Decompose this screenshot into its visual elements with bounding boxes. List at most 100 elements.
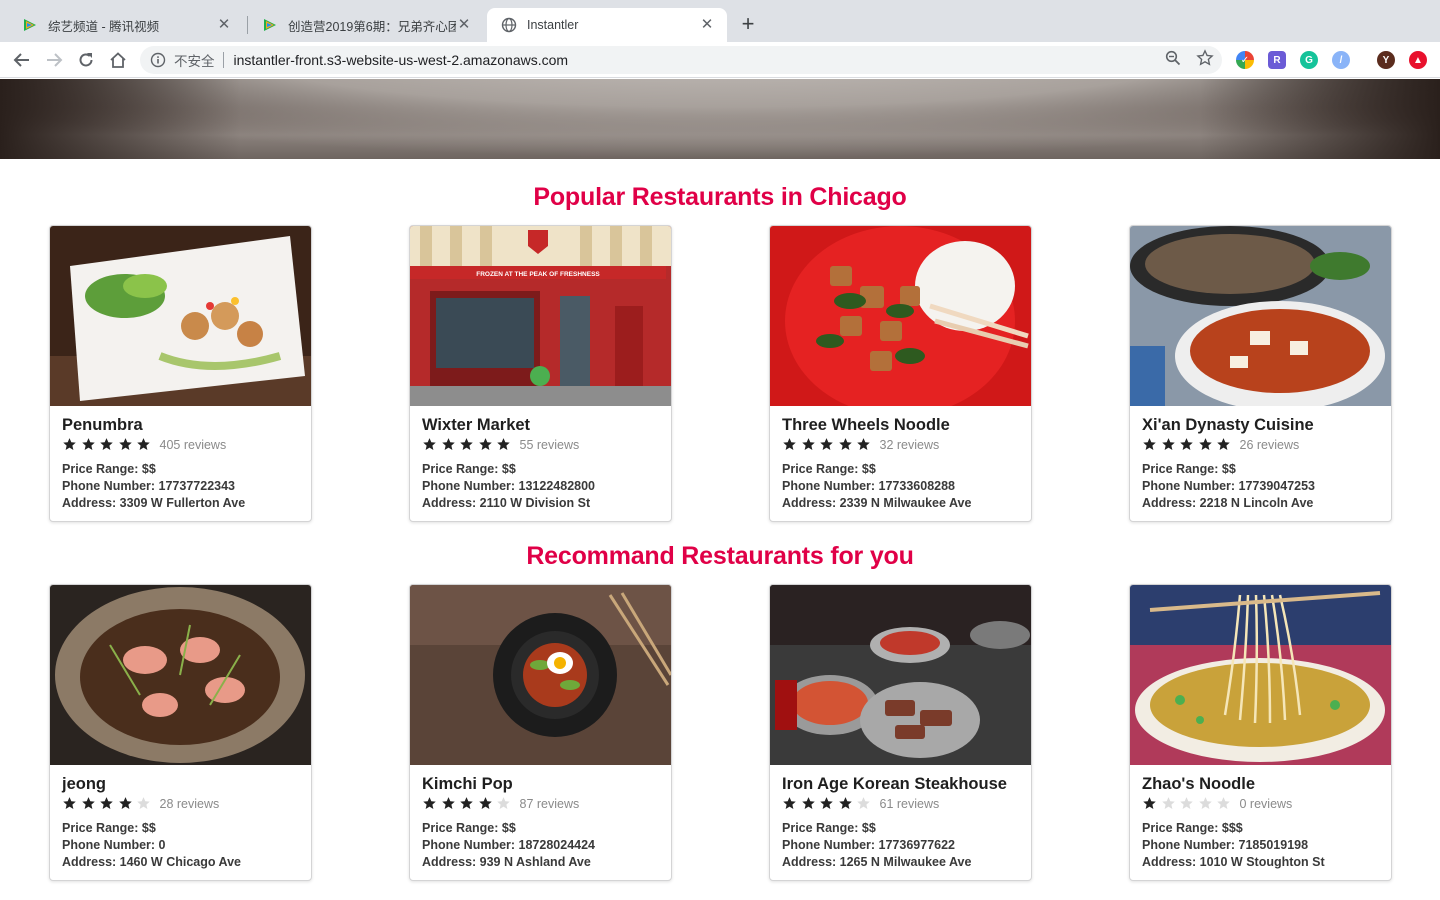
restaurant-photo[interactable] [1130,585,1391,765]
restaurant-photo[interactable] [1130,226,1391,406]
extension-r-icon[interactable]: R [1268,51,1286,69]
omnibox-divider [222,52,224,68]
address: Address: 1010 W Stoughton St [1142,855,1325,869]
star-rating: 405 reviews [62,436,299,453]
zoom-button[interactable] [1163,48,1183,68]
restaurant-card-kimchi-pop[interactable]: Kimchi Pop 87 reviews Price Range: $$ Ph… [409,584,672,881]
address: Address: 3309 W Fullerton Ave [62,496,246,510]
star-filled-icon [118,797,132,809]
browser-tab-active[interactable]: Instantler ✕ [487,8,727,42]
star-empty-icon [1180,797,1193,809]
phone-number: Phone Number: 17733608288 [782,479,956,493]
address: Address: 1265 N Milwaukee Ave [782,855,972,869]
home-button[interactable] [106,48,130,72]
phone-number: Phone Number: 17736977622 [782,838,956,852]
restaurant-name[interactable]: Xi'an Dynasty Cuisine [1142,415,1379,435]
restaurant-card-three-wheels-noodle[interactable]: Three Wheels Noodle 32 reviews Price Ran… [769,225,1032,522]
star-filled-icon [497,438,510,450]
star-filled-icon [460,438,473,450]
restaurant-photo[interactable] [50,226,311,406]
restaurant-card-xian-dynasty-cuisine[interactable]: Xi'an Dynasty Cuisine 26 reviews Price R… [1129,225,1392,522]
browser-tab-1[interactable]: 综艺频道 - 腾讯视频 ✕ [8,8,244,42]
profile-initial: Y [1382,54,1390,66]
star-filled-icon [838,797,852,809]
url-text[interactable]: instantler-front.s3-website-us-west-2.am… [234,52,569,68]
info-icon[interactable] [150,52,166,68]
star-rating: 26 reviews [1142,436,1379,453]
tab-strip: 综艺频道 - 腾讯视频 ✕ 创造营2019第6期：兄弟齐心团 ✕ Instant… [0,0,1440,42]
address: Address: 2110 W Division St [422,496,591,510]
close-icon[interactable]: ✕ [699,17,715,33]
restaurant-name[interactable]: jeong [62,774,299,794]
restaurant-card-penumbra[interactable]: Penumbra 405 reviews Price Range: $$ Pho… [49,225,312,522]
restaurant-photo[interactable] [770,585,1031,765]
restaurant-photo[interactable]: FROZEN AT THE PEAK OF FRESHNESS [410,226,671,406]
globe-icon [501,17,517,33]
star-filled-icon [1143,438,1156,450]
popular-section-title: Popular Restaurants in Chicago [533,183,907,211]
tab-title: 创造营2019第6期：兄弟齐心团 [288,19,456,34]
close-icon[interactable]: ✕ [216,17,232,33]
restaurant-card-zhaos-noodle[interactable]: Zhao's Noodle 0 reviews Price Range: $$$… [1129,584,1392,881]
phone-number: Phone Number: 17739047253 [1142,479,1316,493]
star-filled-icon [100,797,113,809]
browser-tab-2[interactable]: 创造营2019第6期：兄弟齐心团 ✕ [248,8,484,42]
star-outline-icon [1196,49,1214,66]
price-range: Price Range: $$ [1142,462,1236,476]
star-filled-icon [118,438,132,450]
address: Address: 2339 N Milwaukee Ave [782,496,972,510]
reload-icon [79,53,93,67]
restaurant-card-wixter-market[interactable]: FROZEN AT THE PEAK OF FRESHNESS Wixter M… [409,225,672,522]
star-filled-icon [801,438,815,450]
price-range: Price Range: $$ [422,462,516,476]
star-filled-icon [1161,438,1175,450]
star-filled-icon [801,797,815,809]
close-icon[interactable]: ✕ [456,17,472,33]
restaurant-card-iron-age-korean-steakhouse[interactable]: Iron Age Korean Steakhouse 61 reviews Pr… [769,584,1032,881]
extension-feather-icon[interactable]: / [1332,51,1350,69]
recommend-section-title: Recommand Restaurants for you [526,542,914,570]
stars [1142,437,1235,452]
stars [62,796,155,811]
address: Address: 1460 W Chicago Ave [62,855,241,869]
new-tab-button[interactable]: + [736,13,760,37]
restaurant-name[interactable]: Zhao's Noodle [1142,774,1379,794]
star-filled-icon [1180,438,1193,450]
bookmark-button[interactable] [1195,48,1215,68]
stars [782,796,875,811]
profile-avatar[interactable]: Y [1377,51,1395,69]
forward-button[interactable] [42,48,66,72]
storefront-sign: FROZEN AT THE PEAK OF FRESHNESS [476,271,600,278]
stars [422,796,515,811]
restaurant-name[interactable]: Three Wheels Noodle [782,415,1019,435]
grammarly-icon[interactable]: G [1300,51,1318,69]
star-filled-icon [137,438,150,450]
star-empty-icon [1217,797,1230,809]
reload-button[interactable] [74,48,98,72]
restaurant-photo[interactable] [410,585,671,765]
restaurant-name[interactable]: Iron Age Korean Steakhouse [782,774,1019,794]
price-range: Price Range: $$ [62,821,156,835]
restaurant-name[interactable]: Penumbra [62,415,299,435]
phone-number: Phone Number: 18728024424 [422,838,596,852]
stars [782,437,875,452]
restaurant-photo[interactable] [770,226,1031,406]
back-button[interactable] [10,48,34,72]
star-filled-icon [81,438,95,450]
address-bar[interactable]: 不安全 instantler-front.s3-website-us-west-… [140,46,1222,74]
restaurant-name[interactable]: Wixter Market [422,415,659,435]
address: Address: 939 N Ashland Ave [422,855,591,869]
star-rating: 0 reviews [1142,795,1379,812]
restaurant-name[interactable]: Kimchi Pop [422,774,659,794]
restaurant-photo[interactable] [50,585,311,765]
star-filled-icon [423,438,436,450]
update-icon[interactable]: ▲ [1409,51,1427,69]
restaurant-card-jeong[interactable]: jeong 28 reviews Price Range: $$ Phone N… [49,584,312,881]
star-empty-icon [1161,797,1175,809]
browser-toolbar: 不安全 instantler-front.s3-website-us-west-… [0,42,1440,78]
star-filled-icon [1143,797,1156,809]
extension-checker-icon[interactable]: ✓ [1236,51,1254,69]
star-filled-icon [783,438,796,450]
review-count: 28 reviews [159,796,220,811]
star-rating: 61 reviews [782,795,1019,812]
